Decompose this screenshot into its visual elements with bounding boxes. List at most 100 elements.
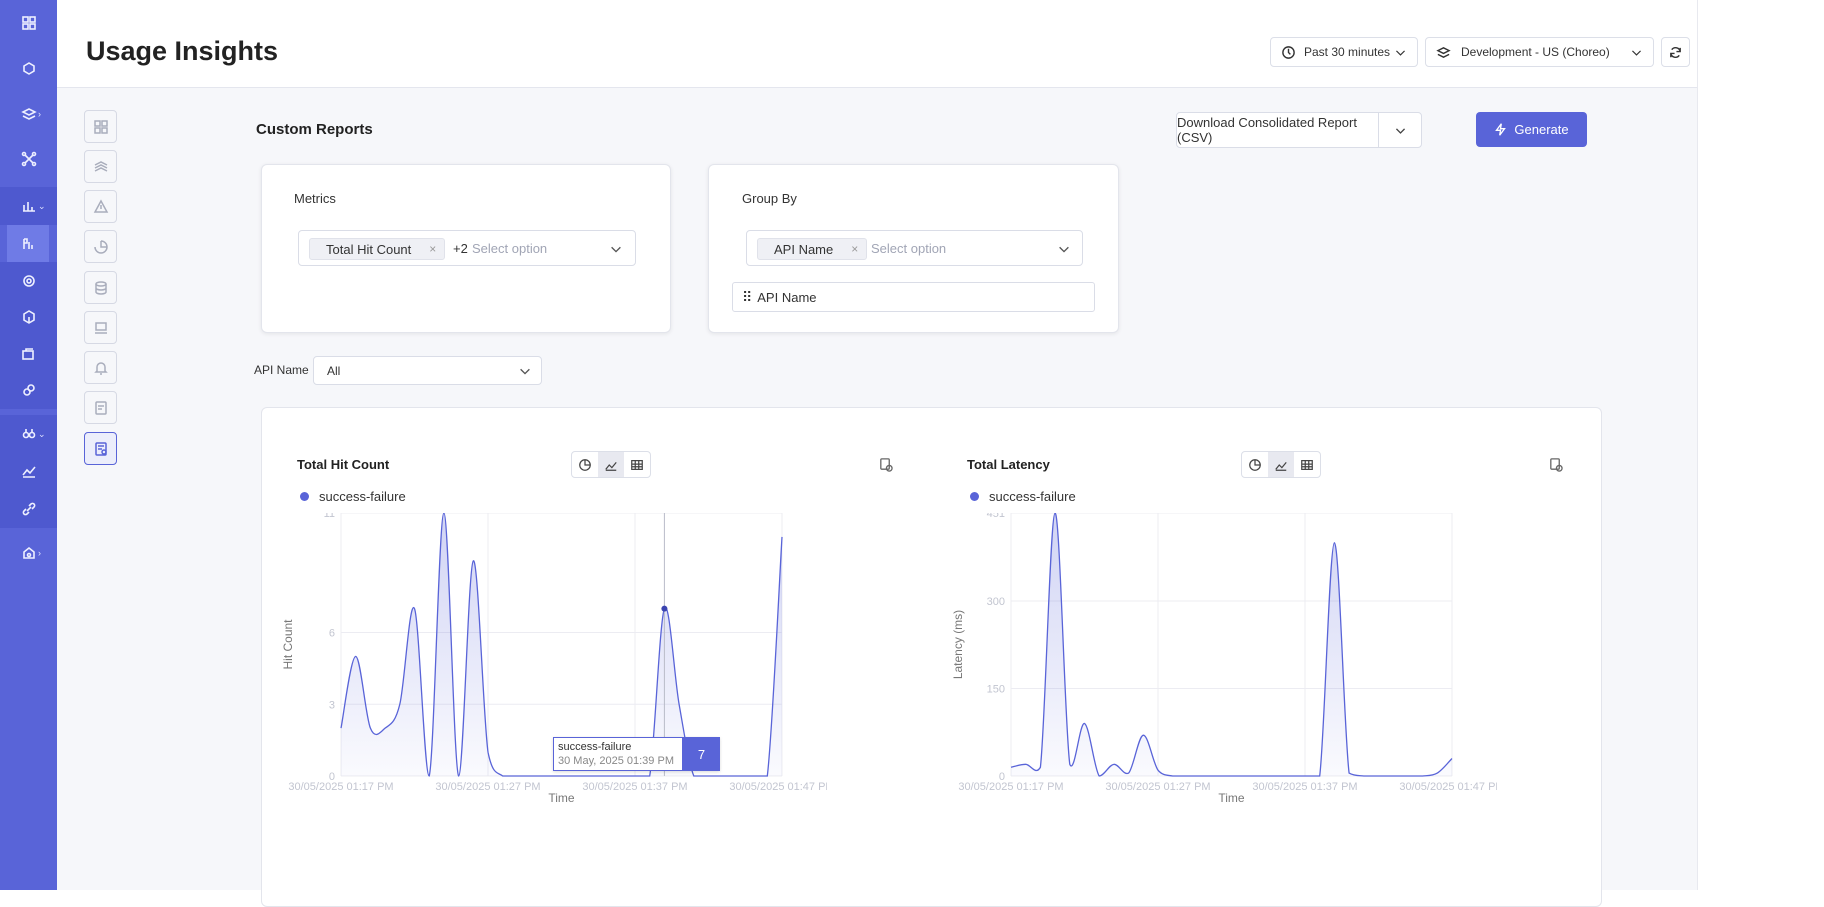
metrics-select[interactable]: Total Hit Count × +2 Select option: [298, 230, 636, 266]
components-icon[interactable]: [0, 298, 57, 336]
group-by-select[interactable]: API Name × Select option: [746, 230, 1083, 266]
chart-tooltip: success-failure 30 May, 2025 01:39 PM 7: [553, 737, 720, 771]
group-by-label: Group By: [742, 191, 797, 206]
drag-handle-icon[interactable]: ⠿: [742, 289, 752, 306]
table-icon[interactable]: [624, 452, 650, 477]
data-point: [1010, 766, 1013, 769]
data-point: [545, 775, 548, 778]
data-point: [1127, 772, 1130, 775]
data-point: [487, 751, 490, 754]
group-by-order-item[interactable]: ⠿ API Name: [732, 282, 1095, 312]
y-tick-label: 6: [329, 628, 335, 640]
x-tick-label: 30/05/2025 01:47 PM: [1399, 781, 1497, 793]
data-point: [501, 775, 504, 778]
chevron-down-icon: [1059, 246, 1069, 253]
api-name-filter-select[interactable]: All: [313, 356, 542, 385]
x-tick-label: 30/05/2025 01:47 PM: [729, 781, 827, 793]
insights-icon[interactable]: ⌄: [0, 187, 57, 225]
settings-icon[interactable]: ›: [0, 534, 57, 572]
api-name-filter-label: API Name: [254, 363, 309, 377]
pie-chart-icon[interactable]: [1242, 452, 1268, 477]
data-point: [619, 775, 622, 778]
data-point: [1068, 763, 1071, 766]
page-header: Usage Insights Past 30 minutes Developme…: [57, 0, 1697, 88]
apps-icon[interactable]: [0, 4, 57, 42]
data-point: [369, 727, 372, 730]
y-tick-label: 150: [987, 684, 1005, 696]
links-icon[interactable]: [0, 490, 57, 528]
side-tab-custom-reports[interactable]: [84, 432, 117, 465]
x-axis-label: Time: [1218, 791, 1245, 805]
export-chart-icon[interactable]: [1548, 457, 1563, 477]
y-tick-label: 3: [329, 699, 335, 711]
side-tab-cache[interactable]: [84, 271, 117, 304]
data-point: [1333, 541, 1336, 544]
lightning-icon: [1495, 123, 1507, 136]
charts-card: Total Hit Count success-failure Total La…: [261, 407, 1602, 907]
group-by-card: Group By API Name × Select option ⠿ API N…: [708, 164, 1119, 333]
data-point: [1289, 775, 1292, 778]
integrations-icon[interactable]: [0, 140, 57, 178]
metric-chip-label: Total Hit Count: [326, 241, 412, 257]
environment-select[interactable]: Development - US (Choreo): [1425, 37, 1654, 67]
side-tab-devices[interactable]: [84, 311, 117, 344]
data-point: [384, 727, 387, 730]
line-chart-icon[interactable]: [1268, 452, 1294, 477]
diagnostics-icon[interactable]: [0, 452, 57, 490]
deployments-icon[interactable]: [0, 335, 57, 373]
right-pane: [1697, 0, 1824, 890]
x-tick-label: 30/05/2025 01:27 PM: [1105, 781, 1210, 793]
line-chart-icon[interactable]: [598, 452, 624, 477]
remove-chip-icon[interactable]: ×: [429, 242, 436, 256]
chevron-down-icon: [611, 246, 621, 253]
generate-button[interactable]: Generate: [1476, 112, 1587, 147]
data-point: [1318, 775, 1321, 778]
export-chart-icon[interactable]: [878, 457, 893, 477]
data-point: [1112, 763, 1115, 766]
side-tab-latency[interactable]: [84, 230, 117, 263]
chevron-down-icon: [520, 368, 530, 375]
download-report-button[interactable]: Download Consolidated Report (CSV): [1177, 113, 1379, 147]
data-point: [648, 775, 651, 778]
data-point: [354, 655, 357, 658]
tooltip-value: 7: [683, 737, 720, 771]
download-options-button[interactable]: [1379, 113, 1421, 147]
metrics-label: Metrics: [294, 191, 336, 206]
organization-icon[interactable]: [0, 49, 57, 87]
observability-icon[interactable]: ⌄: [0, 415, 57, 453]
goals-icon[interactable]: [0, 262, 57, 300]
table-icon[interactable]: [1294, 452, 1320, 477]
refresh-button[interactable]: [1661, 37, 1690, 67]
chevron-down-icon: [1632, 49, 1641, 56]
reports-icon: [94, 400, 107, 415]
remove-chip-icon[interactable]: ×: [851, 242, 858, 256]
data-point: [531, 775, 534, 778]
data-point: [398, 703, 401, 706]
data-point: [1171, 775, 1174, 778]
side-tab-traffic[interactable]: [84, 150, 117, 183]
data-point: [1201, 775, 1204, 778]
connections-icon[interactable]: [0, 371, 57, 409]
data-point: [1392, 775, 1395, 778]
data-point: [766, 775, 769, 778]
data-point: [1157, 769, 1160, 772]
side-tab-reports[interactable]: [84, 391, 117, 424]
legend-label: success-failure: [989, 489, 1076, 504]
main-area: Usage Insights Past 30 minutes Developme…: [57, 0, 1697, 907]
traffic-icon: [94, 160, 107, 172]
usage-insights-icon[interactable]: [7, 225, 49, 263]
pie-chart-icon[interactable]: [572, 452, 598, 477]
data-point: [707, 775, 710, 778]
side-tab-alerts[interactable]: [84, 351, 117, 384]
side-tab-errors[interactable]: [84, 190, 117, 223]
metrics-card: Metrics Total Hit Count × +2 Select optio…: [261, 164, 671, 333]
project-icon[interactable]: ›: [0, 95, 57, 133]
legend-dot: [300, 492, 309, 501]
side-tab-overview[interactable]: [84, 110, 117, 143]
data-point: [1215, 775, 1218, 778]
layers-icon: [1436, 46, 1451, 58]
time-range-select[interactable]: Past 30 minutes: [1270, 37, 1418, 67]
chart-type-toggle: [1241, 451, 1321, 478]
data-point: [1259, 775, 1262, 778]
data-point: [1451, 757, 1454, 760]
